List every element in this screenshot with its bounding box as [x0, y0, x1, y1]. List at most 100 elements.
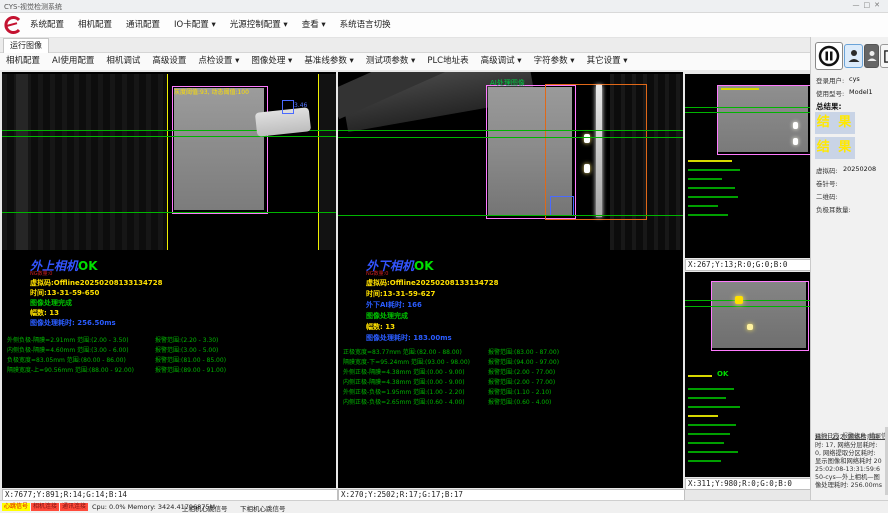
login-user-button[interactable] — [844, 44, 863, 68]
measure-row: 外侧负极-隔膜=2.91mm 范围:(2.00 - 3.50) — [7, 335, 129, 344]
menu-camera-config[interactable]: 相机配置 — [71, 13, 119, 37]
alarm-range: 报警范围:(83.00 - 87.00) — [488, 347, 559, 356]
upper-camera-panel[interactable]: 3.46 灰度阈值:93, 动态阈值:100 外上相机OK NG数量:0 虚拟码… — [2, 72, 336, 488]
tool-advanced-debug[interactable]: 高级调试 ▾ — [475, 53, 528, 70]
tool-advanced-settings[interactable]: 高级设置 — [146, 53, 192, 70]
processing-time: 图像处理耗时: 183.00ms — [366, 333, 452, 343]
maximize-icon[interactable]: □ — [864, 1, 875, 9]
camera-connection-badge: 相机连接 — [31, 503, 59, 511]
measure-row: 内侧正极-隔膜=4.38mm 范围:(0.00 - 9.00) — [343, 377, 465, 386]
side-camera-bottom-panel[interactable]: OK — [685, 272, 810, 477]
processing-time: 图像处理耗时: 256.50ms — [30, 318, 116, 328]
measure-line-horizontal — [338, 215, 683, 216]
tool-ai-usage-config[interactable]: AI使用配置 — [46, 53, 100, 70]
tool-plc-address-table[interactable]: PLC地址表 — [421, 53, 474, 70]
measure-row: 负极宽度=83.05mm 范围:(80.00 - 86.00) — [7, 355, 126, 364]
window-controls[interactable]: —□✕ — [853, 1, 885, 9]
probe-measure-value: 3.46 — [294, 102, 307, 109]
pause-button[interactable] — [815, 42, 843, 70]
glow-spot — [747, 324, 753, 330]
right-sidebar: 登录用户: cys 使用型号: Model1 总结果: 结 果 结 果 虚拟码:… — [810, 37, 888, 500]
measure-line-horizontal — [338, 137, 683, 138]
lower-camera-panel[interactable]: AI处理图像 外下相机OK NG数量:0 虚拟码:Offline20250208… — [338, 72, 683, 488]
measure-line-horizontal — [685, 112, 810, 113]
measure-row: 外侧正极-隔膜=4.38mm 范围:(0.00 - 9.00) — [343, 367, 465, 376]
measure-line-horizontal — [338, 130, 683, 131]
menu-system-config[interactable]: 系统配置 — [23, 13, 71, 37]
status-bar: 心跳信号 相机连接 通讯连接 Cpu: 0.0% Memory: 3424.41… — [0, 500, 888, 513]
side-camera-top-panel[interactable] — [685, 74, 810, 258]
alarm-range: 报警范围:(89.00 - 91.00) — [155, 365, 226, 374]
tool-test-params[interactable]: 测试项参数 ▾ — [360, 53, 421, 70]
micro-text-line — [688, 169, 740, 171]
alarm-range: 报警范围:(1.10 - 2.10) — [488, 387, 551, 396]
micro-text-line — [688, 460, 721, 462]
tool-other-settings[interactable]: 其它设置 ▾ — [581, 53, 634, 70]
measure-row: 内侧负极-隔膜=4.60mm 范围:(3.00 - 6.00) — [7, 345, 129, 354]
measure-row: 正极宽度=83.77mm 范围:(82.00 - 88.00) — [343, 347, 462, 356]
login-user-value: cys — [849, 75, 860, 83]
tool-camera-config[interactable]: 相机配置 — [0, 53, 46, 70]
machine-part — [16, 74, 28, 250]
micro-text-line — [688, 397, 726, 399]
alarm-range: 报警范围:(81.00 - 85.00) — [155, 355, 226, 364]
frame-count: 幅数: 13 — [30, 308, 59, 318]
ng-note: NG数量:0 — [366, 270, 388, 277]
menu-io-card-config[interactable]: IO卡配置 ▾ — [167, 13, 223, 37]
tab-run-image[interactable]: 运行图像 — [3, 38, 49, 53]
tool-baseline-params[interactable]: 基准线参数 ▾ — [298, 53, 359, 70]
result-box-lower: 结 果 — [815, 137, 855, 159]
minimize-icon[interactable]: — — [853, 1, 864, 9]
exit-button[interactable] — [880, 44, 888, 68]
measure-line-horizontal — [685, 300, 810, 301]
result-box-upper: 结 果 — [815, 112, 855, 134]
tool-spot-check[interactable]: 点检设置 ▾ — [192, 53, 245, 70]
threshold-overlay-text: 灰度阈值:93, 动态阈值:100 — [174, 87, 249, 96]
micro-text-line — [688, 442, 724, 444]
measure-line-vertical — [318, 74, 319, 250]
measure-line-vertical — [167, 74, 168, 250]
micro-text-line — [721, 88, 759, 90]
ai-image-overlay-label: AI处理图像 — [490, 78, 525, 88]
measure-line-horizontal — [2, 212, 336, 213]
measure-line-horizontal — [685, 107, 810, 108]
glow-spot — [735, 296, 743, 304]
micro-text-line — [688, 214, 728, 216]
virtual-code-label: 虚拟码: — [816, 165, 838, 175]
user-manage-button[interactable] — [864, 44, 879, 68]
user-icon — [867, 50, 877, 62]
virtual-barcode: 虚拟码:Offline20250208133134728 — [366, 278, 499, 288]
exit-door-icon — [883, 50, 888, 63]
login-user-label: 登录用户: — [816, 75, 844, 85]
measure-row: 隔膜宽度-上=90.56mm 范围:(88.00 - 92.00) — [7, 365, 134, 374]
measure-row: 内侧正极-负极=2.65mm 范围:(0.60 - 4.00) — [343, 397, 465, 406]
alarm-range: 报警范围:(3.00 - 5.00) — [155, 345, 218, 354]
tool-char-params[interactable]: 字符参数 ▾ — [528, 53, 581, 70]
total-result-label: 总结果: — [816, 101, 842, 112]
roi-rectangle — [172, 86, 268, 214]
alarm-range: 报警范围:(0.60 - 4.00) — [488, 397, 551, 406]
menu-language-switch[interactable]: 系统语言切换 — [333, 13, 398, 37]
thumb-ok-label: OK — [717, 370, 728, 378]
user-icon — [848, 49, 860, 63]
menu-light-control-config[interactable]: 光源控制配置 ▾ — [223, 13, 295, 37]
micro-text-line — [688, 178, 722, 180]
tab-glow-spot — [584, 134, 590, 143]
menu-comm-config[interactable]: 通讯配置 — [119, 13, 167, 37]
micro-text-line — [688, 406, 740, 408]
ng-note: NG数量:0 — [30, 270, 52, 277]
tab-glow-spot — [584, 164, 590, 173]
tool-camera-debug[interactable]: 相机调试 — [100, 53, 146, 70]
menu-view[interactable]: 查看 ▾ — [295, 13, 333, 37]
tool-image-processing[interactable]: 图像处理 ▾ — [245, 53, 298, 70]
result-ok-label: OK — [78, 259, 98, 273]
camera-image-background — [319, 74, 336, 250]
ai-time: 外下AI耗时: 166 — [366, 300, 422, 310]
window-title: CYS-视觉检测系统 — [4, 2, 62, 12]
alarm-range: 报警范围:(2.20 - 3.30) — [155, 335, 218, 344]
side-camera-bottom-coord-bar: X:311;Y:980;R:0;G:0;B:0 — [685, 478, 812, 490]
capture-time: 时间:13-31-59-627 — [366, 289, 435, 299]
roi-rectangle — [711, 281, 809, 351]
frame-count: 幅数: 13 — [366, 322, 395, 332]
close-icon[interactable]: ✕ — [874, 1, 884, 9]
